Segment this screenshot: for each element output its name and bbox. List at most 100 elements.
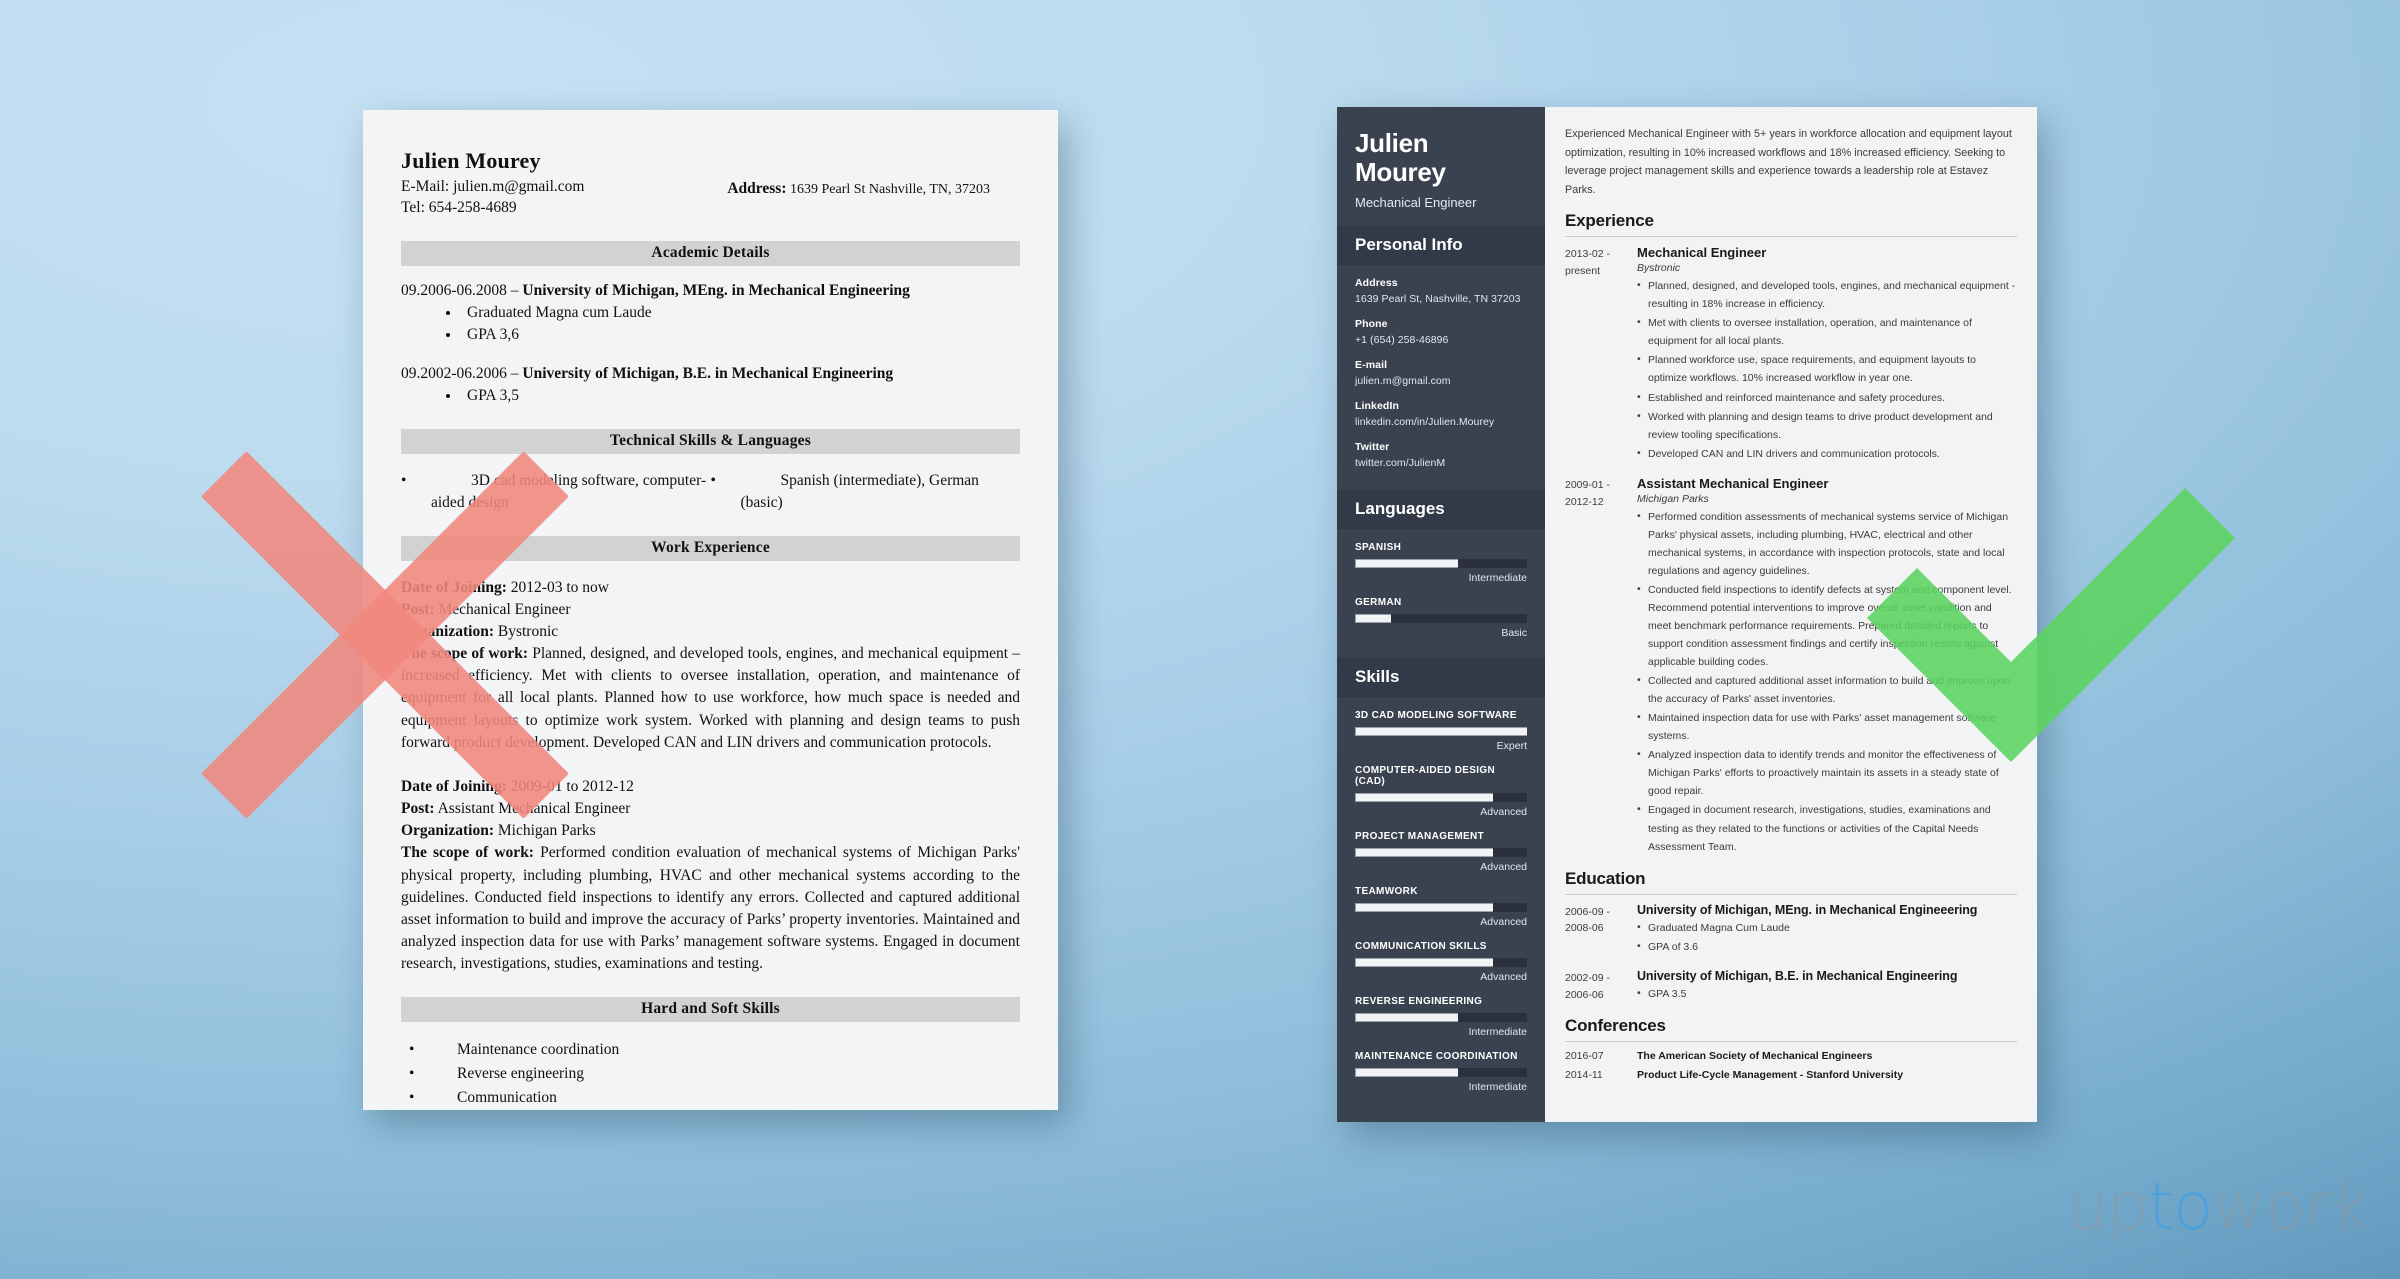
logo-text-part1: up: [2066, 1168, 2149, 1245]
skill-bar: COMPUTER-AIDED DESIGN (CAD) Advanced: [1355, 765, 1527, 818]
good-section-personal-info: Personal Info: [1337, 226, 1545, 266]
progress-fill: [1355, 793, 1493, 803]
bad-education-title: University of Michigan, MEng. in Mechani…: [522, 281, 910, 299]
list-item: GPA 3,5: [461, 385, 1020, 407]
bad-job-post-value: Assistant Mechanical Engineer: [434, 800, 631, 818]
bad-education-entry: 09.2002-06.2006 – University of Michigan…: [401, 365, 1020, 383]
list-item: Conducted field inspections to identify …: [1637, 580, 2017, 671]
entry-dates: 2002-09 - 2006-06: [1565, 971, 1610, 1001]
info-item-twitter: Twitter twitter.com/JulienM: [1355, 441, 1527, 469]
skill-level: Intermediate: [1468, 1026, 1527, 1039]
conference-title: Product Life-Cycle Management - Stanford…: [1637, 1068, 1904, 1081]
skill-bar: TEAMWORK Advanced: [1355, 886, 1527, 928]
bad-hard-soft-skill-list: Maintenance coordination Reverse enginee…: [409, 1038, 1020, 1110]
bad-technical-skill-col-left: • 3D cad modeling software, computer-aid…: [401, 470, 711, 513]
good-section-experience: Experience: [1565, 211, 2017, 238]
entry-dates: 2009-01 - 2012-12: [1565, 478, 1610, 508]
bad-contact-left: E-Mail: julien.m@gmail.com Tel: 654-258-…: [401, 177, 584, 219]
skill-name: COMPUTER-AIDED DESIGN (CAD): [1355, 765, 1496, 788]
list-item: Planned, designed, and developed tools, …: [1637, 276, 2017, 313]
language-name: SPANISH: [1355, 542, 1402, 554]
conference-row: 2014-11 Product Life-Cycle Management - …: [1565, 1069, 2017, 1081]
list-item: GPA of 3.6: [1637, 937, 2017, 956]
skill-bar: REVERSE ENGINEERING Intermediate: [1355, 996, 1527, 1038]
progress-fill: [1355, 727, 1527, 737]
bad-education-dates: 09.2006-06.2008 –: [401, 281, 523, 299]
bad-job-org-label: Organization:: [401, 822, 494, 840]
progress-track: [1355, 727, 1527, 737]
entry-dates: 2006-09 - 2008-06: [1565, 905, 1610, 935]
skill-name: PROJECT MANAGEMENT: [1355, 831, 1485, 843]
good-section-education: Education: [1565, 869, 2017, 895]
bad-education-bullets: Graduated Magna cum Laude GPA 3,6: [461, 302, 1020, 347]
good-personal-info-list: Address 1639 Pearl St, Nashville, TN 372…: [1337, 265, 1545, 490]
list-item: Worked with planning and design teams to…: [1637, 407, 2017, 444]
info-item-linkedin: LinkedIn linkedin.com/in/Julien.Mourey: [1355, 400, 1527, 428]
conference-date: 2016-07: [1565, 1049, 1604, 1062]
bad-resume-name: Julien Mourey: [401, 148, 541, 173]
entry-bullets: Graduated Magna Cum Laude GPA of 3.6: [1637, 918, 2017, 956]
bad-education-dates: 09.2002-06.2006 –: [401, 364, 523, 382]
info-key: Twitter: [1355, 441, 1390, 454]
conference-title: The American Society of Mechanical Engin…: [1637, 1049, 1873, 1062]
entry-degree-title: University of Michigan, MEng. in Mechani…: [1637, 902, 1978, 917]
progress-track: [1355, 614, 1527, 624]
progress-fill: [1355, 958, 1493, 968]
experience-entry: 2009-01 - 2012-12 Assistant Mechanical E…: [1565, 476, 2017, 857]
progress-fill: [1355, 848, 1493, 858]
progress-fill: [1355, 903, 1493, 913]
list-item: Planned workforce use, space requirement…: [1637, 350, 2017, 387]
info-value: twitter.com/JulienM: [1355, 457, 1446, 470]
info-key: E-mail: [1355, 359, 1388, 372]
good-resume-summary: Experienced Mechanical Engineer with 5+ …: [1565, 128, 2012, 196]
logo-text-highlight: to: [2148, 1168, 2213, 1245]
good-resume-page: Julien Mourey Mechanical Engineer Person…: [1337, 107, 2037, 1122]
bad-job-post-value: Mechanical Engineer: [434, 600, 571, 618]
bad-languages-text: Spanish (intermediate), German (basic): [740, 472, 979, 511]
entry-body: University of Michigan, MEng. in Mechani…: [1637, 903, 2017, 957]
list-item: Met with clients to oversee installation…: [1637, 313, 2017, 350]
progress-fill: [1355, 1013, 1459, 1023]
bad-job-scope-label: The scope of work:: [401, 844, 534, 862]
bad-technical-skills-columns: • 3D cad modeling software, computer-aid…: [401, 470, 1020, 513]
list-item: Graduated Magna Cum Laude: [1637, 918, 2017, 937]
bad-education-bullets: GPA 3,5: [461, 385, 1020, 407]
bad-job-scope-label: The scope of work:: [401, 645, 529, 663]
entry-company: Michigan Parks: [1637, 492, 1709, 505]
bad-address-value: 1639 Pearl St Nashville, TN, 37203: [789, 182, 990, 197]
skill-bar: 3D CAD MODELING SOFTWARE Expert: [1355, 710, 1527, 752]
list-item: Performed condition assessments of mecha…: [1637, 507, 2017, 580]
list-item: GPA 3.5: [1637, 984, 2017, 1003]
list-item: Graduated Magna cum Laude: [461, 302, 1020, 324]
skill-level: Expert: [1496, 740, 1527, 753]
language-bar-spanish: SPANISH Intermediate: [1355, 542, 1527, 584]
bullet-icon: •: [401, 472, 407, 490]
info-value: linkedin.com/in/Julien.Mourey: [1355, 416, 1495, 429]
bad-telephone: Tel: 654-258-4689: [401, 198, 517, 216]
skill-name: 3D CAD MODELING SOFTWARE: [1355, 710, 1517, 722]
good-last-name: Mourey: [1355, 157, 1446, 188]
bad-section-technical-skills: Technical Skills & Languages: [401, 429, 1020, 455]
conference-date: 2014-11: [1565, 1068, 1603, 1081]
progress-fill: [1355, 614, 1392, 624]
entry-bullets: GPA 3.5: [1637, 984, 2017, 1003]
skill-level: Intermediate: [1468, 1081, 1527, 1094]
bad-section-work-experience: Work Experience: [401, 535, 1020, 561]
entry-body: Assistant Mechanical Engineer Michigan P…: [1637, 476, 2017, 857]
progress-fill: [1355, 559, 1459, 569]
list-item: Analyzed inspection data to identify tre…: [1637, 745, 2017, 800]
list-item: Communication: [409, 1086, 1020, 1110]
bad-section-academic-details: Academic Details: [401, 240, 1020, 266]
skill-bar: MAINTENANCE COORDINATION Intermediate: [1355, 1051, 1527, 1093]
info-item-address: Address 1639 Pearl St, Nashville, TN 372…: [1355, 277, 1527, 305]
list-item: Reverse engineering: [409, 1062, 1020, 1086]
entry-bullets: Planned, designed, and developed tools, …: [1637, 276, 2017, 462]
list-item: Collected and captured additional asset …: [1637, 671, 2017, 708]
skill-bar: COMMUNICATION SKILLS Advanced: [1355, 941, 1527, 983]
progress-fill: [1355, 1068, 1459, 1078]
skill-name: MAINTENANCE COORDINATION: [1355, 1051, 1518, 1063]
info-value: 1639 Pearl St, Nashville, TN 37203: [1355, 293, 1521, 306]
education-entry: 2006-09 - 2008-06 University of Michigan…: [1565, 903, 2017, 957]
info-value: +1 (654) 258-46896: [1355, 334, 1449, 347]
skill-name: COMMUNICATION SKILLS: [1355, 941, 1487, 953]
